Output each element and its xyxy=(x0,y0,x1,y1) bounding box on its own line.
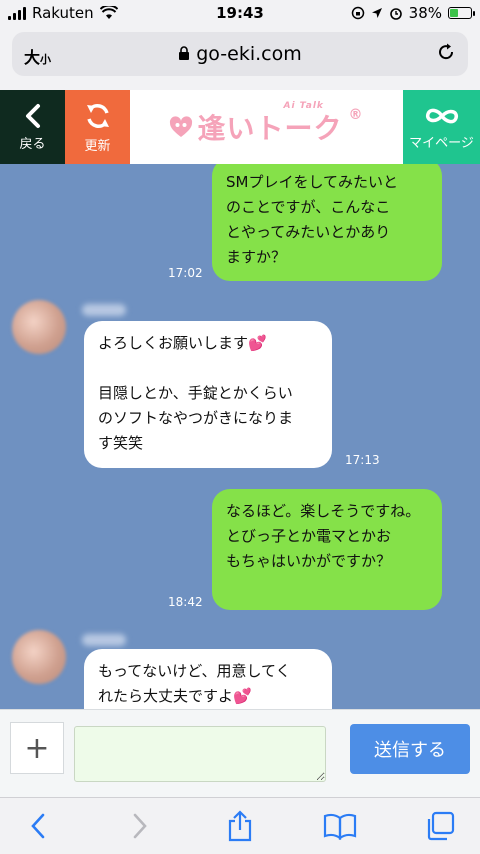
update-label: 更新 xyxy=(84,138,111,154)
status-bar: Rakuten 19:43 38% xyxy=(0,0,480,26)
browser-forward-button[interactable] xyxy=(120,808,160,844)
page-reload-button[interactable] xyxy=(436,42,456,67)
alarm-icon xyxy=(389,8,402,20)
chevron-left-icon xyxy=(25,103,40,128)
infinity-heart-icon xyxy=(425,108,458,123)
message-time: 17:02 xyxy=(168,266,203,280)
send-button[interactable]: 送信する xyxy=(350,724,470,774)
heart-logo-icon xyxy=(170,116,193,137)
message-bubble-received: もってないけど、用意してく れたら大丈夫ですよ💕 xyxy=(84,649,332,709)
mypage-label: マイページ xyxy=(409,135,474,151)
address-bar[interactable]: 大小 go-eki.com xyxy=(12,32,468,76)
location-icon xyxy=(371,8,382,18)
chat-area[interactable]: SMプレイをしてみたいと のことですが、こんなこ とやってみたいとかあり ますか… xyxy=(0,164,480,709)
browser-toolbar xyxy=(0,797,480,854)
lock-icon xyxy=(179,46,190,60)
avatar[interactable] xyxy=(12,300,66,354)
bookmarks-button[interactable] xyxy=(320,808,360,844)
message-bubble-received: よろしくお願いします💕 目隠しとか、手錠とかくらい のソフトなやつがきになりま … xyxy=(84,321,332,468)
reload-icon xyxy=(439,43,454,60)
message-time: 17:13 xyxy=(345,453,380,467)
logo-text: 逢いトーク Ai Talk ® xyxy=(197,101,364,145)
url-display[interactable]: go-eki.com xyxy=(12,43,468,65)
share-button[interactable] xyxy=(220,808,260,844)
sender-name xyxy=(82,304,126,316)
refresh-icon xyxy=(86,103,109,128)
rotation-lock-icon xyxy=(351,6,364,20)
plus-icon: + xyxy=(24,730,50,766)
status-right: 38% xyxy=(351,4,475,22)
tabs-icon xyxy=(427,811,455,841)
avatar[interactable] xyxy=(12,630,66,684)
message-time: 18:42 xyxy=(168,595,203,609)
app-header: 戻る 更新 逢いトーク Ai Talk ® マイページ xyxy=(0,90,480,164)
back-button[interactable]: 戻る xyxy=(0,90,65,164)
back-icon xyxy=(31,813,45,839)
battery-icon xyxy=(448,7,475,19)
sender-name xyxy=(82,634,126,646)
message-input-bar: + 送信する xyxy=(0,709,480,797)
attach-button[interactable]: + xyxy=(10,722,64,774)
site-logo[interactable]: 逢いトーク Ai Talk ® xyxy=(130,90,403,164)
browser-address-area: 大小 go-eki.com xyxy=(0,26,480,90)
share-icon xyxy=(228,810,252,842)
back-label: 戻る xyxy=(19,136,46,152)
tabs-button[interactable] xyxy=(420,808,460,844)
forward-icon xyxy=(133,813,147,839)
message-bubble-sent: なるほど。楽しそうですね。 とびっ子とか電マとかお もちゃはいかがですか？ xyxy=(212,489,442,610)
bookmarks-icon xyxy=(323,813,357,840)
message-bubble-sent: SMプレイをしてみたいと のことですが、こんなこ とやってみたいとかあり ますか… xyxy=(212,164,442,281)
battery-percent: 38% xyxy=(408,4,442,22)
update-button[interactable]: 更新 xyxy=(65,90,130,164)
mypage-button[interactable]: マイページ xyxy=(403,90,480,164)
message-input[interactable] xyxy=(74,726,326,782)
browser-back-button[interactable] xyxy=(18,808,58,844)
